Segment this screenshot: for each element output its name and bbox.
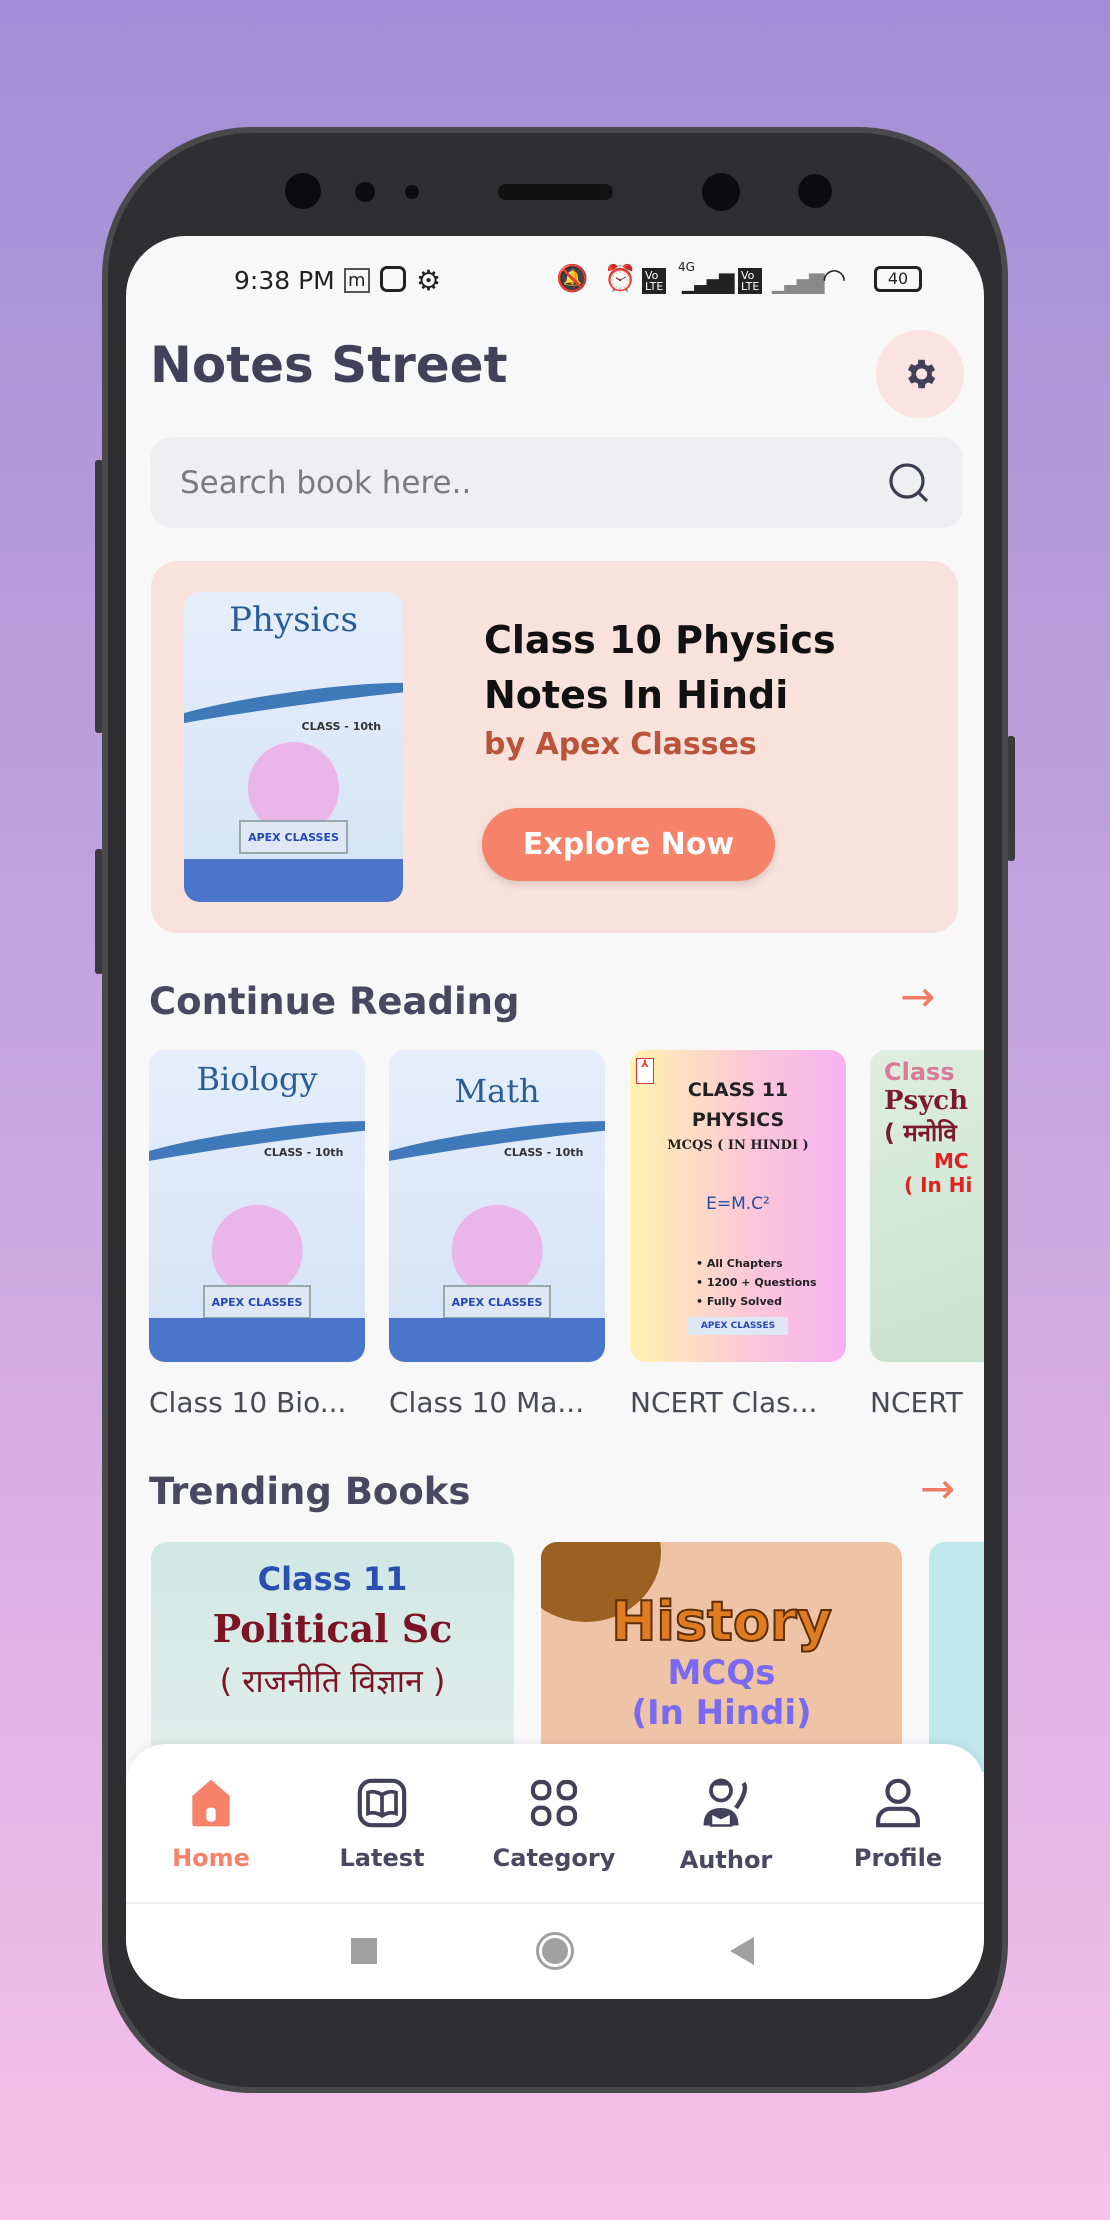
notification-icon: m bbox=[344, 268, 370, 293]
nav-label: Home bbox=[172, 1844, 250, 1872]
alarm-icon: ⏰ bbox=[604, 264, 637, 294]
banner-title: Class 10 Physics Notes In Hindi bbox=[484, 613, 836, 723]
cover-line: MCQs bbox=[667, 1653, 776, 1693]
search-bar[interactable]: Search book here.. bbox=[150, 437, 963, 528]
cover-bullet: • 1200 + Questions bbox=[696, 1276, 817, 1289]
cover-line: Psych bbox=[884, 1086, 969, 1116]
pdf-icon: ⅄ bbox=[636, 1058, 654, 1084]
settings-button[interactable] bbox=[876, 330, 964, 418]
cover-bullet: • All Chapters bbox=[696, 1257, 783, 1270]
app-title: Notes Street bbox=[150, 336, 508, 394]
nav-label: Category bbox=[492, 1844, 616, 1872]
camera-icon bbox=[285, 173, 321, 209]
book-label[interactable]: Class 10 Bio... bbox=[149, 1386, 364, 1419]
search-icon[interactable] bbox=[885, 459, 933, 507]
cover-class: CLASS - 10th bbox=[263, 1146, 344, 1159]
signal-icon: ▁▃▅▇ bbox=[682, 270, 735, 294]
book-cover[interactable]: ⅄ CLASS 11 PHYSICS MCQS ( IN HINDI ) E=M… bbox=[630, 1050, 846, 1362]
book-cover[interactable]: Class Psych ( मनोवि MC ( In Hi bbox=[870, 1050, 984, 1362]
sensor-icon bbox=[405, 185, 419, 199]
cover-line: History bbox=[610, 1589, 833, 1654]
nav-label: Author bbox=[679, 1846, 773, 1874]
cover-line: MC bbox=[934, 1149, 969, 1173]
author-icon bbox=[703, 1778, 748, 1827]
featured-banner[interactable]: Physics CLASS - 10th APEX CLASSES Class … bbox=[151, 561, 958, 933]
cover-logo: APEX CLASSES bbox=[688, 1317, 788, 1335]
cover-line: ( In Hi bbox=[904, 1173, 973, 1197]
cover-title: Biology bbox=[196, 1060, 318, 1098]
explore-now-button[interactable]: Explore Now bbox=[482, 808, 775, 881]
nav-category[interactable]: Category bbox=[479, 1744, 629, 1902]
signal-icon: ▁▃▅▇ bbox=[772, 270, 825, 294]
cover-class: CLASS - 10th bbox=[503, 1146, 584, 1159]
app-screen: 9:38 PM m ⚙ 🔕 ⏰ Vo LTE 4G ▁▃▅▇ Vo LTE ▁▃▅▇… bbox=[126, 236, 984, 1999]
phone-power-button bbox=[1007, 736, 1015, 861]
trending-book-cover[interactable] bbox=[929, 1542, 984, 1772]
nav-profile[interactable]: Profile bbox=[823, 1744, 973, 1902]
nav-label: Profile bbox=[853, 1844, 943, 1872]
cover-logo: APEX CLASSES bbox=[443, 1285, 551, 1320]
cover-bullet: • Fully Solved bbox=[696, 1295, 782, 1308]
nav-latest[interactable]: Latest bbox=[307, 1744, 457, 1902]
cover-line: CLASS 11 bbox=[687, 1079, 789, 1101]
nav-author[interactable]: Author bbox=[651, 1744, 801, 1902]
search-input[interactable]: Search book here.. bbox=[180, 465, 885, 501]
mute-icon: 🔕 bbox=[556, 264, 589, 294]
status-bar: 9:38 PM m ⚙ 🔕 ⏰ Vo LTE 4G ▁▃▅▇ Vo LTE ▁▃▅▇… bbox=[126, 260, 984, 302]
cover-formula: E=M.C² bbox=[706, 1194, 770, 1214]
trending-books-heading: Trending Books bbox=[149, 1470, 471, 1513]
cover-class: CLASS - 10th bbox=[301, 720, 382, 733]
book-cover[interactable]: Biology CLASS - 10th APEX CLASSES bbox=[149, 1050, 365, 1362]
speaker-grille bbox=[498, 184, 613, 200]
camera-icon bbox=[702, 173, 740, 211]
battery-icon: 40 bbox=[874, 266, 922, 292]
cover-line: Political Sc bbox=[212, 1606, 453, 1651]
gear-icon bbox=[907, 359, 936, 389]
banner-title-line: Notes In Hindi bbox=[484, 673, 789, 717]
cover-logo: APEX CLASSES bbox=[238, 820, 349, 855]
trending-book-cover[interactable]: Class 11 Political Sc ( राजनीति विज्ञान … bbox=[151, 1542, 514, 1772]
user-icon bbox=[876, 1778, 920, 1828]
banner-author: by Apex Classes bbox=[484, 727, 757, 762]
trending-book-cover[interactable]: History MCQs (In Hindi) bbox=[541, 1542, 902, 1772]
back-icon[interactable] bbox=[730, 1937, 754, 1965]
cover-logo: APEX CLASSES bbox=[203, 1285, 311, 1320]
volte-icon: Vo LTE bbox=[642, 268, 667, 294]
book-label[interactable]: Class 10 Ma... bbox=[389, 1386, 604, 1419]
settings-icon: ⚙ bbox=[416, 264, 442, 297]
featured-book-cover[interactable]: Physics CLASS - 10th APEX CLASSES bbox=[184, 592, 403, 902]
cover-title: Math bbox=[454, 1072, 540, 1110]
home-system-icon[interactable] bbox=[536, 1932, 574, 1970]
continue-reading-arrow-icon[interactable]: → bbox=[900, 972, 935, 1021]
book-label[interactable]: NCERT bbox=[870, 1386, 984, 1419]
home-icon bbox=[192, 1779, 230, 1827]
cover-line: ( राजनीति विज्ञान ) bbox=[219, 1662, 446, 1700]
system-navigation-bar bbox=[126, 1902, 984, 1999]
continue-reading-heading: Continue Reading bbox=[149, 980, 520, 1023]
banner-title-line: Class 10 Physics bbox=[484, 618, 836, 662]
trending-books-arrow-icon[interactable]: → bbox=[920, 1464, 955, 1513]
recents-icon[interactable] bbox=[351, 1938, 377, 1964]
nav-label: Latest bbox=[339, 1844, 425, 1872]
book-label[interactable]: NCERT Clas... bbox=[630, 1386, 845, 1419]
cover-line: ( मनोवि bbox=[884, 1119, 957, 1147]
cover-line: PHYSICS bbox=[691, 1109, 785, 1131]
cover-line: Class 11 bbox=[257, 1560, 408, 1598]
nav-home[interactable]: Home bbox=[136, 1744, 286, 1902]
bottom-navigation: Home Latest Category Author Profile bbox=[126, 1744, 984, 1902]
instagram-icon bbox=[380, 266, 406, 292]
cover-line: MCQS ( IN HINDI ) bbox=[667, 1138, 809, 1153]
sensor-icon bbox=[355, 182, 375, 202]
status-time: 9:38 PM bbox=[234, 266, 335, 295]
volte-icon: Vo LTE bbox=[738, 268, 763, 294]
book-cover[interactable]: Math CLASS - 10th APEX CLASSES bbox=[389, 1050, 605, 1362]
cover-title: Physics bbox=[229, 600, 358, 640]
cover-line: Class bbox=[884, 1058, 955, 1086]
wifi-icon: ◠ bbox=[822, 262, 847, 295]
cover-line: (In Hindi) bbox=[631, 1693, 812, 1733]
book-open-icon bbox=[357, 1778, 407, 1828]
sensor-icon bbox=[798, 174, 832, 208]
grid-icon bbox=[530, 1779, 578, 1827]
